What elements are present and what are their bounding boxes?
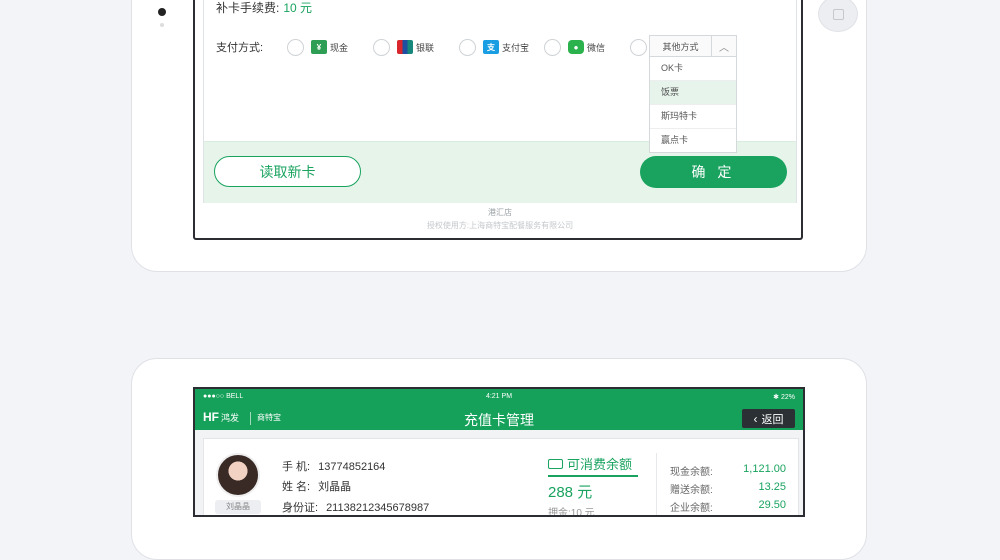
member-nickname-badge: 刘晶晶 (215, 500, 261, 514)
dropdown-option[interactable]: 饭票 (650, 80, 736, 104)
fee-row: 补卡手续费: 10 元 (216, 0, 312, 16)
camera-dot (158, 8, 166, 16)
payment-option-cash[interactable]: ¥ 现金 (287, 37, 348, 57)
status-time: 4:21 PM (485, 393, 513, 400)
balance-label: 赠送余额: (670, 485, 713, 496)
phone-value: 13774852164 (318, 461, 386, 473)
payment-option-label: 银联 (416, 42, 435, 53)
balance-amount: 13.25 (758, 481, 786, 493)
read-card-button[interactable]: 读取新卡 (214, 156, 361, 187)
cash-icon (548, 458, 563, 469)
name-value: 刘晶晶 (318, 481, 352, 493)
nav-bar: HF 鸿发 商特宝 充值卡管理 ‹ 返回 (195, 407, 803, 430)
balance-amount: 29.50 (758, 499, 786, 511)
balance-label: 现金余额: (670, 467, 713, 478)
alipay-icon: 支 (483, 40, 499, 54)
id-value: 21138212345678987 (326, 502, 430, 514)
unionpay-icon (397, 40, 413, 54)
confirm-button[interactable]: 确 定 (640, 156, 787, 188)
balance-title-text: 可消费余额 (567, 457, 633, 472)
balance-value: 288 元 (548, 484, 593, 501)
dropdown-option[interactable]: OK卡 (650, 57, 736, 80)
dropdown-option[interactable]: 赢点卡 (650, 128, 736, 152)
back-label: 返回 (761, 413, 784, 426)
gift-balance-row: 赠送余额: 13.25 (670, 481, 786, 496)
name-label: 姓 名: (282, 481, 311, 493)
footer-store: 港汇店 (488, 208, 512, 217)
chevron-left-icon: ‹ (753, 411, 758, 426)
battery-status: ✱ 22% (773, 394, 795, 401)
cash-balance-row: 现金余额: 1,121.00 (670, 463, 786, 478)
other-method-options: OK卡 饭票 斯玛特卡 赢点卡 (649, 57, 737, 153)
payment-option-label: 现金 (330, 42, 349, 53)
radio-button[interactable] (373, 38, 390, 56)
deposit-value: 押金:10 元 (548, 508, 595, 517)
payment-option-wechat[interactable]: ● 微信 (544, 37, 605, 57)
payment-option-alipay[interactable]: 支 支付宝 (459, 37, 529, 57)
dropdown-label: 其他方式 (662, 41, 699, 52)
dropdown-option[interactable]: 斯玛特卡 (650, 104, 736, 128)
fee-label: 补卡手续费: (216, 1, 280, 15)
enterprise-balance-row: 企业余额: 29.50 (670, 499, 786, 514)
radio-button[interactable] (459, 38, 476, 56)
payment-option-label: 支付宝 (502, 42, 530, 53)
replace-card-screen: 补卡手续费: 10 元 支付方式: ¥ 现金 银联 支 支付宝 ● 微信 其他方式 (193, 0, 803, 240)
payment-option-label: 微信 (587, 42, 606, 53)
other-method-dropdown[interactable]: 其他方式 ︿ (649, 35, 737, 57)
replace-card-panel: 补卡手续费: 10 元 支付方式: ¥ 现金 银联 支 支付宝 ● 微信 其他方式 (203, 0, 797, 203)
wechat-icon: ● (568, 40, 584, 54)
page-title: 充值卡管理 (464, 412, 534, 428)
id-label: 身份证: (282, 502, 319, 514)
sensor-dot (160, 23, 164, 27)
recharge-card-screen: ●●●○○ BELL 4:21 PM ✱ 22% HF 鸿发 商特宝 充值卡管理 … (193, 387, 805, 517)
radio-button[interactable] (544, 38, 561, 56)
chevron-up-icon[interactable]: ︿ (711, 36, 736, 56)
radio-button[interactable] (287, 38, 304, 56)
status-bar: ●●●○○ BELL 4:21 PM ✱ 22% (195, 389, 803, 407)
phone-label: 手 机: (282, 461, 311, 473)
payment-method-label: 支付方式: (216, 42, 264, 54)
balance-label: 企业余额: (670, 503, 713, 514)
divider (656, 453, 657, 515)
avatar (216, 453, 260, 497)
balance-amount: 1,121.00 (743, 463, 786, 475)
radio-button[interactable] (630, 38, 647, 56)
footer: 港汇店 授权使用方:上海商特宝配餐服务有限公司 (195, 206, 805, 232)
footer-copyright: 授权使用方:上海商特宝配餐服务有限公司 (426, 221, 574, 230)
name-row: 姓 名: 刘晶晶 (282, 478, 351, 494)
id-row: 身份证: 21138212345678987 (282, 499, 429, 515)
member-card: 刘晶晶 手 机: 13774852164 姓 名: 刘晶晶 身份证: 21138212… (203, 438, 799, 517)
cash-icon: ¥ (311, 40, 327, 54)
balance-title: 可消费余额 (548, 454, 638, 477)
fee-value: 10 元 (283, 1, 313, 15)
phone-row: 手 机: 13774852164 (282, 458, 385, 474)
back-button[interactable]: ‹ 返回 (742, 409, 795, 428)
payment-option-unionpay[interactable]: 银联 (373, 37, 434, 57)
